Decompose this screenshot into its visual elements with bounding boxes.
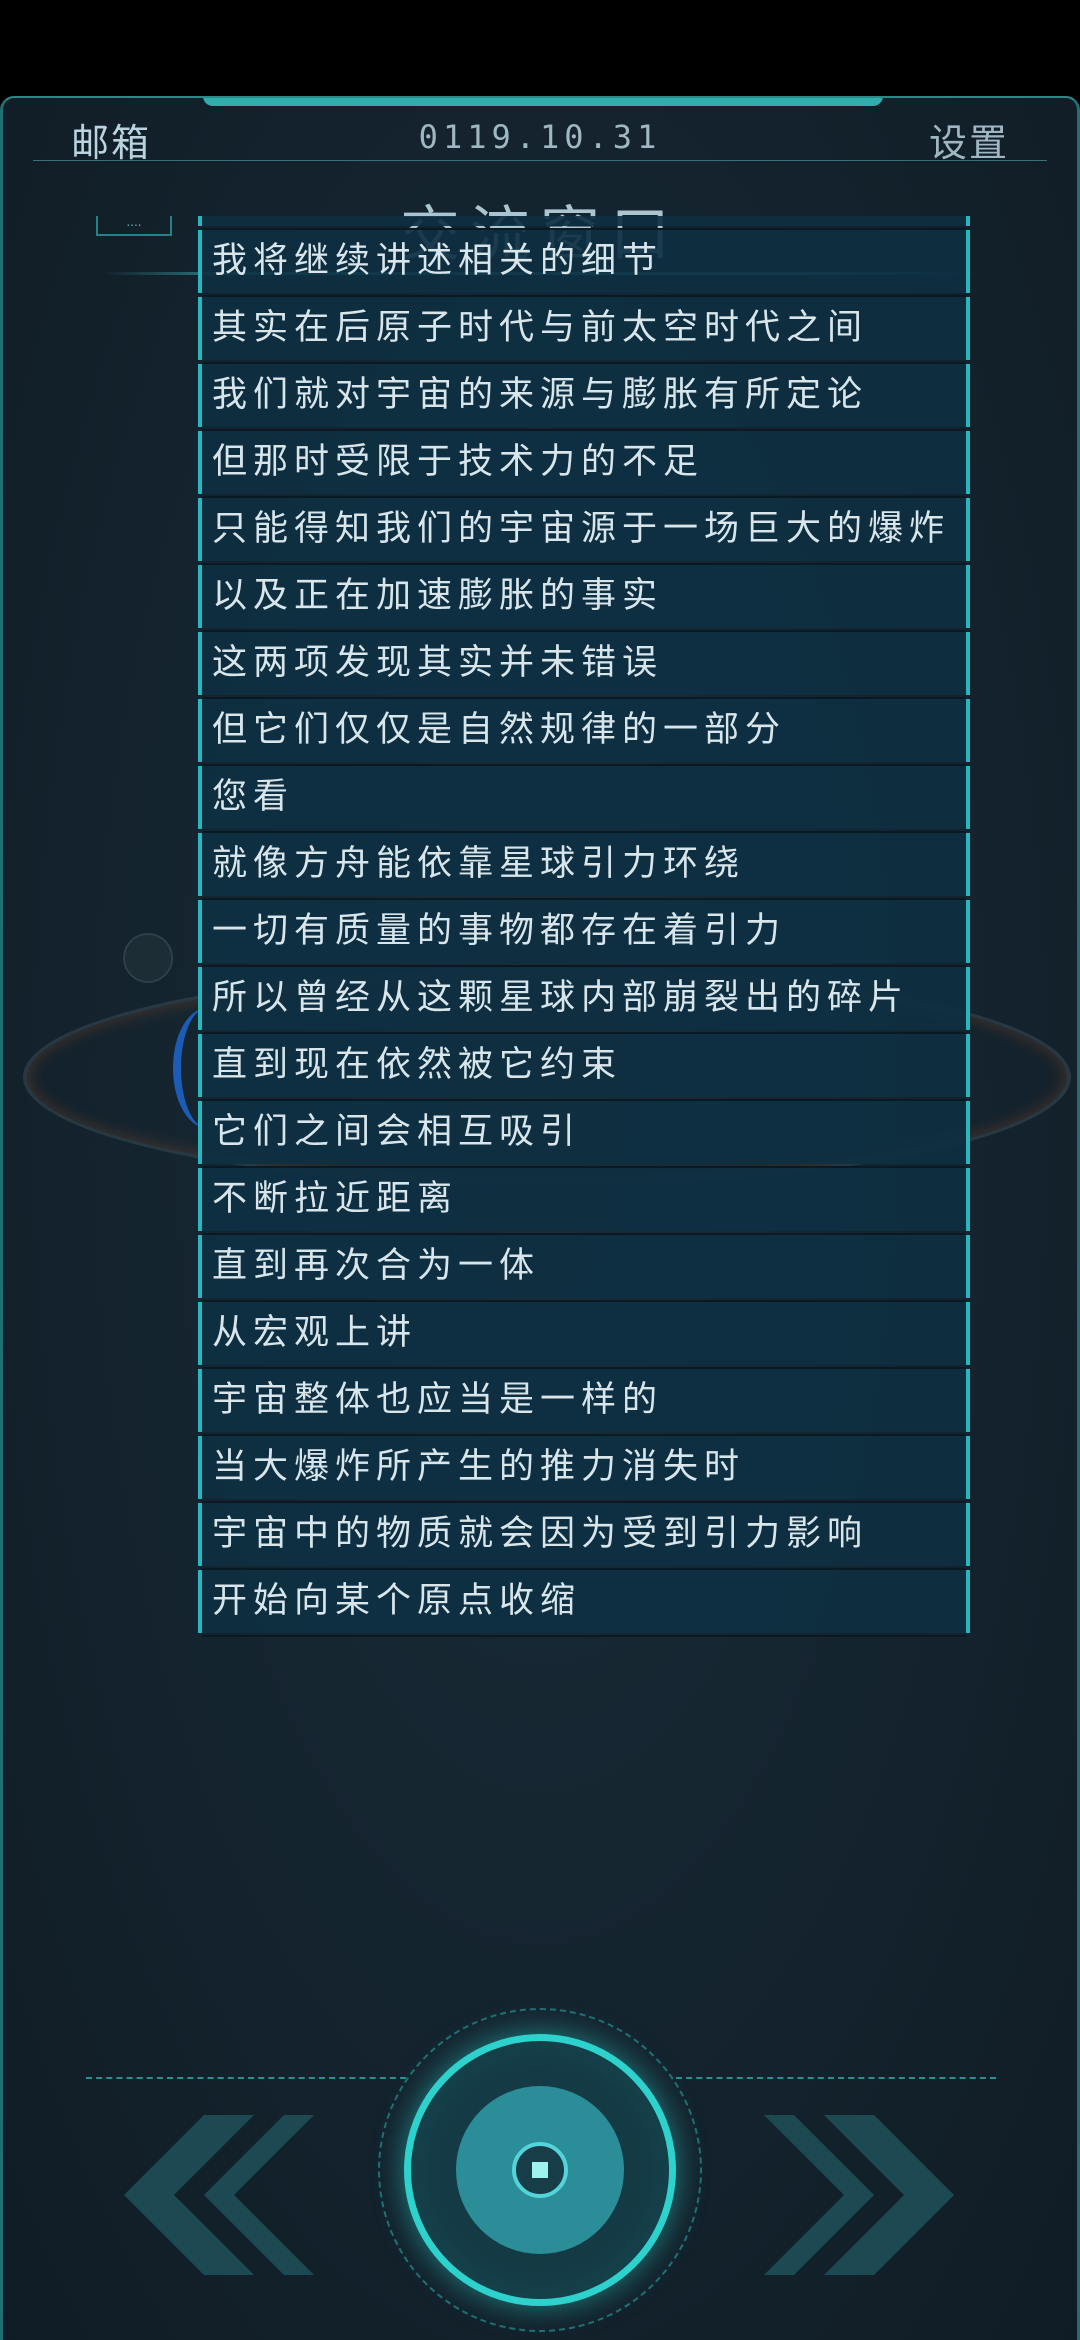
- scroll-tag: ....: [96, 216, 172, 236]
- message-item: 这两项发现其实并未错误: [198, 632, 970, 699]
- background-moon: [123, 933, 173, 983]
- header-divider: [33, 160, 1047, 161]
- message-item: 只能得知我们的宇宙源于一场巨大的爆炸: [198, 498, 970, 565]
- message-item: 直到现在依然被它约束: [198, 1034, 970, 1101]
- next-button[interactable]: [764, 2115, 974, 2275]
- play-dot: [532, 2162, 548, 2178]
- message-item: 宇宙整体也应当是一样的: [198, 1369, 970, 1436]
- previous-button[interactable]: [104, 2115, 314, 2275]
- play-button[interactable]: [404, 2034, 676, 2306]
- message-item: 就像方舟能依靠星球引力环绕: [198, 833, 970, 900]
- message-item: 一切有质量的事物都存在着引力: [198, 900, 970, 967]
- message-item: 但那时受限于技术力的不足: [198, 431, 970, 498]
- left-dash-line: [86, 2077, 406, 2079]
- message-item: 开始向某个原点收缩: [198, 1570, 970, 1637]
- settings-button[interactable]: 设置: [929, 112, 1009, 167]
- message-item: 我将继续讲述相关的细节: [198, 230, 970, 297]
- message-item: 所以曾经从这颗星球内部崩裂出的碎片: [198, 967, 970, 1034]
- message-item: 它们之间会相互吸引: [198, 1101, 970, 1168]
- message-item: 不断拉近距离: [198, 1168, 970, 1235]
- message-item: 以及正在加速膨胀的事实: [198, 565, 970, 632]
- top-glow-bar: [203, 98, 883, 106]
- message-item: 我们就对宇宙的来源与膨胀有所定论: [198, 364, 970, 431]
- message-item-partial: [198, 216, 970, 230]
- message-item: 从宏观上讲: [198, 1302, 970, 1369]
- message-item: 直到再次合为一体: [198, 1235, 970, 1302]
- right-dash-line: [676, 2077, 996, 2079]
- message-item: 但它们仅仅是自然规律的一部分: [198, 699, 970, 766]
- message-item: 当大爆炸所产生的推力消失时: [198, 1436, 970, 1503]
- date-display: 0119.10.31: [418, 118, 662, 156]
- double-chevron-left-icon: [124, 2115, 314, 2275]
- double-chevron-right-icon: [764, 2115, 954, 2275]
- message-item: 宇宙中的物质就会因为受到引力影响: [198, 1503, 970, 1570]
- play-button-inner: [456, 2086, 624, 2254]
- message-item: 其实在后原子时代与前太空时代之间: [198, 297, 970, 364]
- play-core-icon: [512, 2142, 568, 2198]
- message-list[interactable]: 我将继续讲述相关的细节 其实在后原子时代与前太空时代之间 我们就对宇宙的来源与膨胀有…: [198, 216, 970, 1972]
- message-item: 您看: [198, 766, 970, 833]
